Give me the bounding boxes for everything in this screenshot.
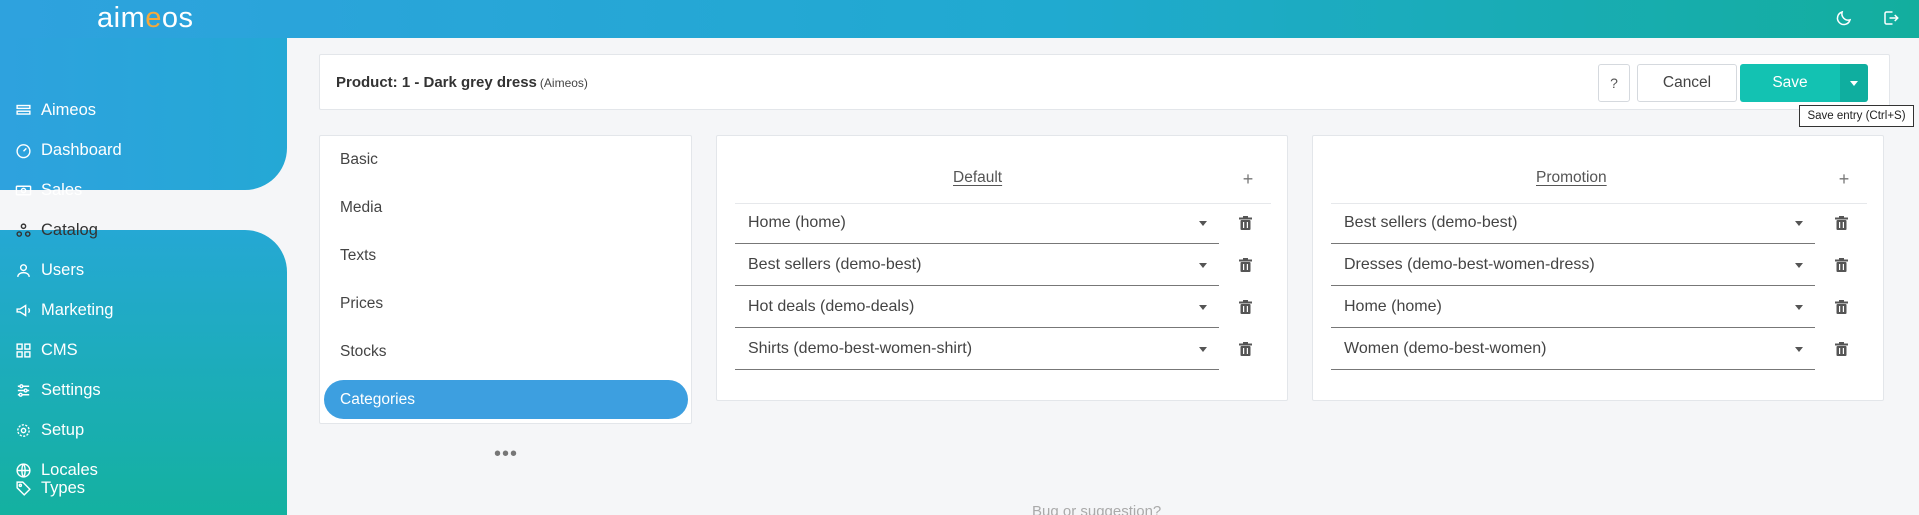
megaphone-icon — [14, 301, 33, 320]
save-tooltip: Save entry (Ctrl+S) — [1799, 105, 1914, 127]
category-row: Home (home) — [735, 203, 1271, 245]
chevron-down-icon — [1795, 305, 1803, 310]
category-select[interactable]: Home (home) — [735, 203, 1219, 244]
tag-icon — [14, 479, 33, 498]
grid-icon — [14, 341, 33, 360]
sidebar-item-label: Types — [41, 478, 86, 497]
tab-basic[interactable]: Basic — [324, 140, 688, 179]
sidebar-item-label: Users — [41, 260, 85, 279]
trash-icon[interactable] — [1833, 215, 1849, 231]
save-button[interactable]: Save — [1740, 64, 1840, 102]
save-options-button[interactable] — [1840, 64, 1868, 102]
sliders-icon — [14, 381, 33, 400]
page-title: Product: 1 - Dark grey dress (Aimeos) — [336, 74, 588, 91]
category-row: Best sellers (demo-best) — [1331, 203, 1867, 245]
trash-icon[interactable] — [1237, 341, 1253, 357]
help-button[interactable]: ? — [1598, 64, 1630, 102]
trash-icon[interactable] — [1833, 341, 1849, 357]
sidebar-item-label: Settings — [41, 380, 101, 399]
sidebar: Aimeos Dashboard Sales Catalog Users Mar… — [0, 38, 287, 515]
moon-icon[interactable] — [1833, 7, 1855, 29]
cancel-button[interactable]: Cancel — [1637, 64, 1737, 102]
chevron-down-icon — [1199, 347, 1207, 352]
tab-texts[interactable]: Texts — [324, 236, 688, 275]
page-header: Product: 1 - Dark grey dress (Aimeos) ? C… — [319, 54, 1890, 110]
plus-icon: + — [1242, 168, 1254, 189]
chevron-down-icon — [1795, 347, 1803, 352]
panel-title-default: Default — [953, 169, 1003, 186]
list-icon — [14, 101, 33, 120]
tab-prices[interactable]: Prices — [324, 284, 688, 323]
chevron-down-icon — [1199, 221, 1207, 226]
category-row: Home (home) — [1331, 287, 1867, 329]
category-select[interactable]: Home (home) — [1331, 287, 1815, 328]
chevron-down-icon — [1199, 263, 1207, 268]
chevron-down-icon — [1795, 221, 1803, 226]
site-label: (Aimeos) — [539, 76, 588, 90]
trash-icon[interactable] — [1833, 299, 1849, 315]
sidebar-item-label: Sales — [41, 180, 83, 199]
category-row: Dresses (demo-best-women-dress) — [1331, 245, 1867, 287]
category-select[interactable]: Dresses (demo-best-women-dress) — [1331, 245, 1815, 286]
more-tabs-button[interactable]: ••• — [494, 444, 518, 464]
sidebar-item-marketing[interactable]: Marketing — [0, 290, 287, 330]
category-select[interactable]: Women (demo-best-women) — [1331, 329, 1815, 370]
trash-icon[interactable] — [1833, 257, 1849, 273]
sidebar-item-label: Marketing — [41, 300, 114, 319]
tab-categories[interactable]: Categories — [324, 380, 688, 419]
chevron-down-icon — [1795, 263, 1803, 268]
logout-icon[interactable] — [1880, 7, 1902, 29]
money-icon — [14, 181, 33, 200]
category-row: Shirts (demo-best-women-shirt) — [735, 329, 1271, 371]
chevron-down-icon — [1199, 305, 1207, 310]
category-select[interactable]: Best sellers (demo-best) — [735, 245, 1219, 286]
trash-icon[interactable] — [1237, 257, 1253, 273]
gauge-icon — [14, 141, 33, 160]
category-select[interactable]: Best sellers (demo-best) — [1331, 203, 1815, 244]
sidebar-item-label: Catalog — [41, 220, 98, 239]
categories-default-panel: Default + Home (home) Best sellers (demo… — [716, 135, 1288, 401]
sidebar-item-users[interactable]: Users — [0, 250, 287, 290]
category-row: Best sellers (demo-best) — [735, 245, 1271, 287]
tab-media[interactable]: Media — [324, 188, 688, 227]
sidebar-item-setup[interactable]: Setup — [0, 410, 287, 450]
category-select[interactable]: Shirts (demo-best-women-shirt) — [735, 329, 1219, 370]
chevron-down-icon — [1850, 80, 1858, 86]
sidebar-item-label: CMS — [41, 340, 78, 359]
plus-icon: + — [1838, 168, 1850, 189]
sidebar-item-sales[interactable]: Sales — [0, 170, 287, 210]
add-default-button[interactable]: + — [1240, 168, 1256, 189]
gear-icon — [14, 421, 33, 440]
category-select[interactable]: Hot deals (demo-deals) — [735, 287, 1219, 328]
tab-stocks[interactable]: Stocks — [324, 332, 688, 371]
add-promotion-button[interactable]: + — [1836, 168, 1852, 189]
sidebar-item-catalog[interactable]: Catalog — [0, 210, 287, 250]
sidebar-item-label: Aimeos — [41, 100, 97, 119]
sidebar-item-aimeos[interactable]: Aimeos — [0, 90, 287, 130]
trash-icon[interactable] — [1237, 299, 1253, 315]
sidebar-item-dashboard[interactable]: Dashboard — [0, 130, 287, 170]
feedback-link[interactable]: Bug or suggestion? — [1032, 503, 1161, 515]
item-tabs: Basic Media Texts Prices Stocks Categori… — [319, 135, 692, 424]
tree-icon — [14, 221, 33, 240]
categories-promotion-panel: Promotion + Best sellers (demo-best) Dre… — [1312, 135, 1884, 401]
trash-icon[interactable] — [1237, 215, 1253, 231]
category-row: Hot deals (demo-deals) — [735, 287, 1271, 329]
sidebar-item-cms[interactable]: CMS — [0, 330, 287, 370]
top-bar: aimeos — [0, 0, 1919, 38]
sidebar-item-label: Setup — [41, 420, 85, 439]
sidebar-item-label: Dashboard — [41, 140, 122, 159]
sidebar-item-settings[interactable]: Settings — [0, 370, 287, 410]
category-row: Women (demo-best-women) — [1331, 329, 1867, 371]
panel-title-promotion: Promotion — [1536, 169, 1607, 186]
sidebar-item-types[interactable]: Types — [0, 468, 287, 508]
aimeos-logo[interactable]: aimeos — [97, 2, 194, 35]
user-icon — [14, 261, 33, 280]
